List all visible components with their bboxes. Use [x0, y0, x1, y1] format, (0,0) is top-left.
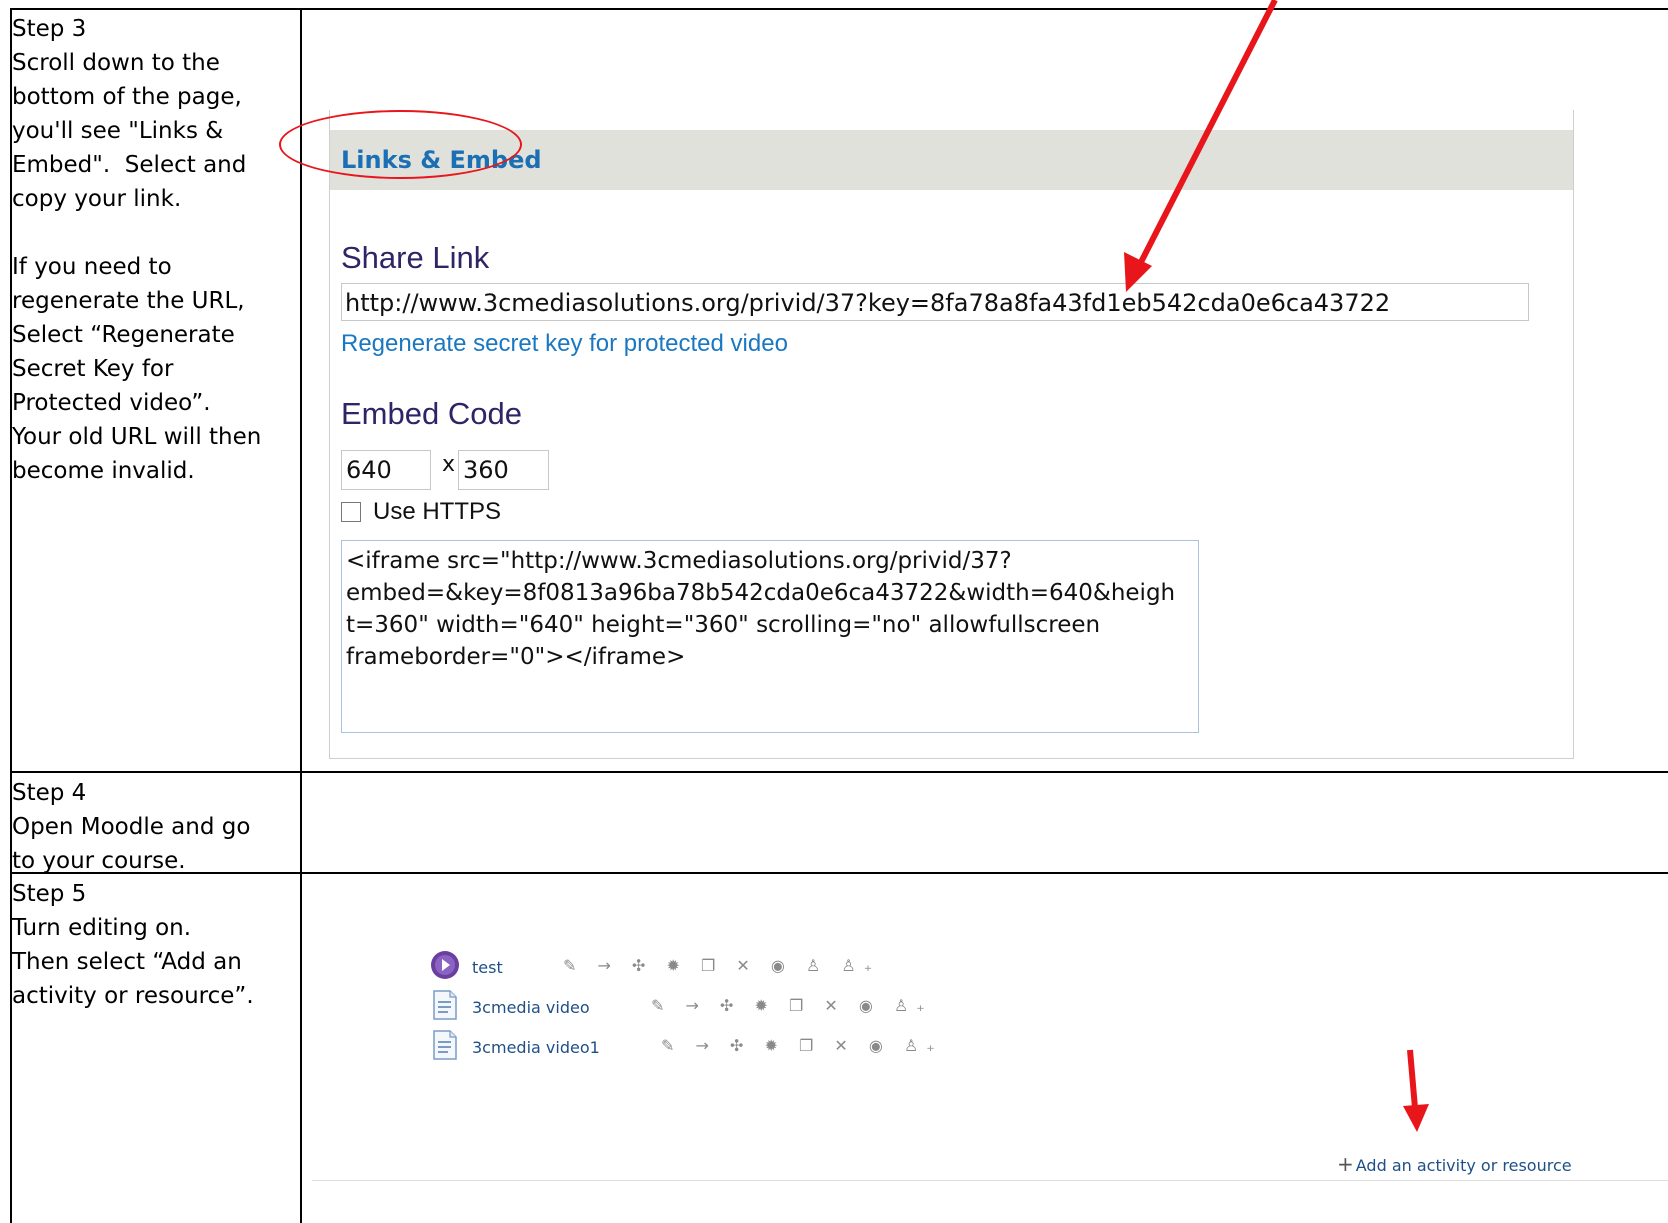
- activity-name[interactable]: test: [472, 958, 503, 977]
- embed-code-line: <iframe src="http://www.3cmediasolutions…: [346, 548, 1012, 574]
- table-divider-step4: [10, 771, 1668, 773]
- add-activity-label[interactable]: Add an activity or resource: [1356, 1156, 1572, 1175]
- times-sign: x: [442, 452, 456, 477]
- step-text-line: Step 3: [12, 16, 87, 42]
- add-activity-link[interactable]: + Add an activity or resource: [1337, 1152, 1572, 1176]
- step-text-line: Turn editing on.: [12, 915, 192, 941]
- step-text-line: to your course.: [12, 848, 186, 874]
- highlight-ellipse: [279, 110, 522, 179]
- section-separator: [312, 1180, 1668, 1181]
- embed-code-line: embed=&key=8f0813a96ba78b542cda0e6ca4372…: [346, 580, 1176, 606]
- step-text-line: Protected video”.: [12, 390, 211, 416]
- step-text-line: regenerate the URL,: [12, 288, 245, 314]
- table-border-top: [10, 8, 1668, 10]
- edit-actions-icons[interactable]: ✎ → ✣ ✹ ❐ ✕ ◉ ♙ ♙₊: [563, 956, 880, 975]
- embed-height-input[interactable]: 360: [458, 450, 549, 490]
- step-text-line: Embed". Select and: [12, 152, 247, 178]
- page-icon: [433, 1030, 457, 1060]
- step-text-line: activity or resource”.: [12, 983, 254, 1009]
- step-3-text: Step 3 Scroll down to the bottom of the pa…: [12, 12, 282, 488]
- table-column-divider: [300, 8, 302, 1223]
- activity-name[interactable]: 3cmedia video: [472, 998, 590, 1017]
- step-text-line: Step 4: [12, 780, 87, 806]
- step-text-line: Step 5: [12, 881, 87, 907]
- edit-actions-icons[interactable]: ✎ → ✣ ✹ ❐ ✕ ◉ ♙₊: [651, 996, 933, 1015]
- embed-width-input[interactable]: 640: [341, 450, 431, 490]
- step-text-line: you'll see "Links &: [12, 118, 224, 144]
- step-text-line: If you need to: [12, 254, 172, 280]
- share-link-heading: Share Link: [341, 240, 490, 275]
- activity-row[interactable]: 3cmedia video ✎ → ✣ ✹ ❐ ✕ ◉ ♙₊: [430, 990, 1130, 1024]
- embed-code-line: frameborder="0"></iframe>: [346, 644, 686, 670]
- step-text-line: Select “Regenerate: [12, 322, 235, 348]
- embed-code-textarea[interactable]: <iframe src="http://www.3cmediasolutions…: [341, 540, 1199, 733]
- links-embed-panel: Links & Embed Share Link http://www.3cme…: [329, 110, 1574, 759]
- plus-icon: +: [1337, 1152, 1354, 1176]
- media-player-icon: [431, 951, 459, 979]
- step-text-line: Secret Key for: [12, 356, 174, 382]
- step-4-text: Step 4 Open Moodle and go to your course.: [12, 776, 282, 878]
- step-text-line: [12, 216, 282, 250]
- use-https-label: Use HTTPS: [373, 498, 502, 525]
- use-https-checkbox[interactable]: [341, 502, 361, 522]
- step-text-line: Scroll down to the: [12, 50, 220, 76]
- step-text-line: Open Moodle and go: [12, 814, 251, 840]
- activity-row[interactable]: test ✎ → ✣ ✹ ❐ ✕ ◉ ♙ ♙₊: [430, 950, 1130, 984]
- step-text-line: become invalid.: [12, 458, 195, 484]
- regenerate-key-link[interactable]: Regenerate secret key for protected vide…: [341, 330, 788, 358]
- embed-code-line: t=360" width="640" height="360" scrollin…: [346, 612, 1101, 638]
- activity-row[interactable]: 3cmedia video1 ✎ → ✣ ✹ ❐ ✕ ◉ ♙₊: [430, 1030, 1130, 1064]
- embed-code-heading: Embed Code: [341, 396, 522, 431]
- step-5-text: Step 5 Turn editing on. Then select “Add a…: [12, 877, 282, 1013]
- moodle-course-section: test ✎ → ✣ ✹ ❐ ✕ ◉ ♙ ♙₊ 3cmedia video ✎ …: [312, 930, 1668, 1190]
- step-text-line: Your old URL will then: [12, 424, 262, 450]
- activity-name[interactable]: 3cmedia video1: [472, 1038, 600, 1057]
- share-link-input[interactable]: http://www.3cmediasolutions.org/privid/3…: [341, 283, 1529, 321]
- page-icon: [433, 990, 457, 1020]
- step-text-line: bottom of the page,: [12, 84, 242, 110]
- step-text-line: copy your link.: [12, 186, 182, 212]
- edit-actions-icons[interactable]: ✎ → ✣ ✹ ❐ ✕ ◉ ♙₊: [661, 1036, 943, 1055]
- step-text-line: Then select “Add an: [12, 949, 242, 975]
